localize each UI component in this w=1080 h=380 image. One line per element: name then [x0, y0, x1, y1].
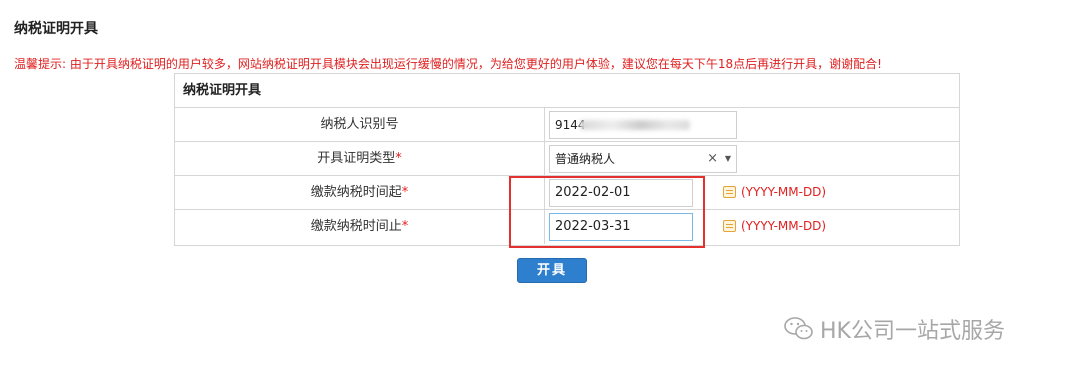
watermark: HK公司一站式服务 [784, 313, 1005, 345]
highlight-annotation-box [509, 176, 705, 248]
calendar-icon[interactable] [723, 220, 736, 232]
form-header: 纳税证明开具 [175, 74, 959, 108]
date-start-label: 缴款纳税时间起* [175, 176, 545, 209]
date-format-hint: (YYYY-MM-DD) [741, 219, 827, 233]
redaction-mask [580, 120, 690, 130]
page-title: 纳税证明开具 [14, 21, 98, 37]
date-format-hint: (YYYY-MM-DD) [741, 185, 827, 199]
taxpayer-id-field[interactable]: 9144 [549, 111, 737, 139]
watermark-text: HK公司一站式服务 [820, 319, 1005, 344]
date-end-label: 缴款纳税时间止* [175, 210, 545, 244]
certificate-type-select[interactable]: 普通纳税人 × ▼ [549, 145, 737, 173]
calendar-icon[interactable] [723, 186, 736, 198]
row-taxpayer-id: 纳税人识别号 9144 [175, 108, 959, 142]
wechat-icon [784, 317, 813, 340]
submit-button[interactable]: 开具 [517, 258, 587, 283]
certificate-type-label: 开具证明类型* [175, 142, 545, 175]
taxpayer-id-label: 纳税人识别号 [175, 108, 545, 141]
clear-icon[interactable]: × [707, 146, 718, 172]
row-certificate-type: 开具证明类型* 普通纳税人 × ▼ [175, 142, 959, 176]
notice-text: 温馨提示: 由于开具纳税证明的用户较多，网站纳税证明开具模块会出现运行缓慢的情况… [14, 57, 882, 71]
chevron-down-icon[interactable]: ▼ [725, 146, 731, 172]
